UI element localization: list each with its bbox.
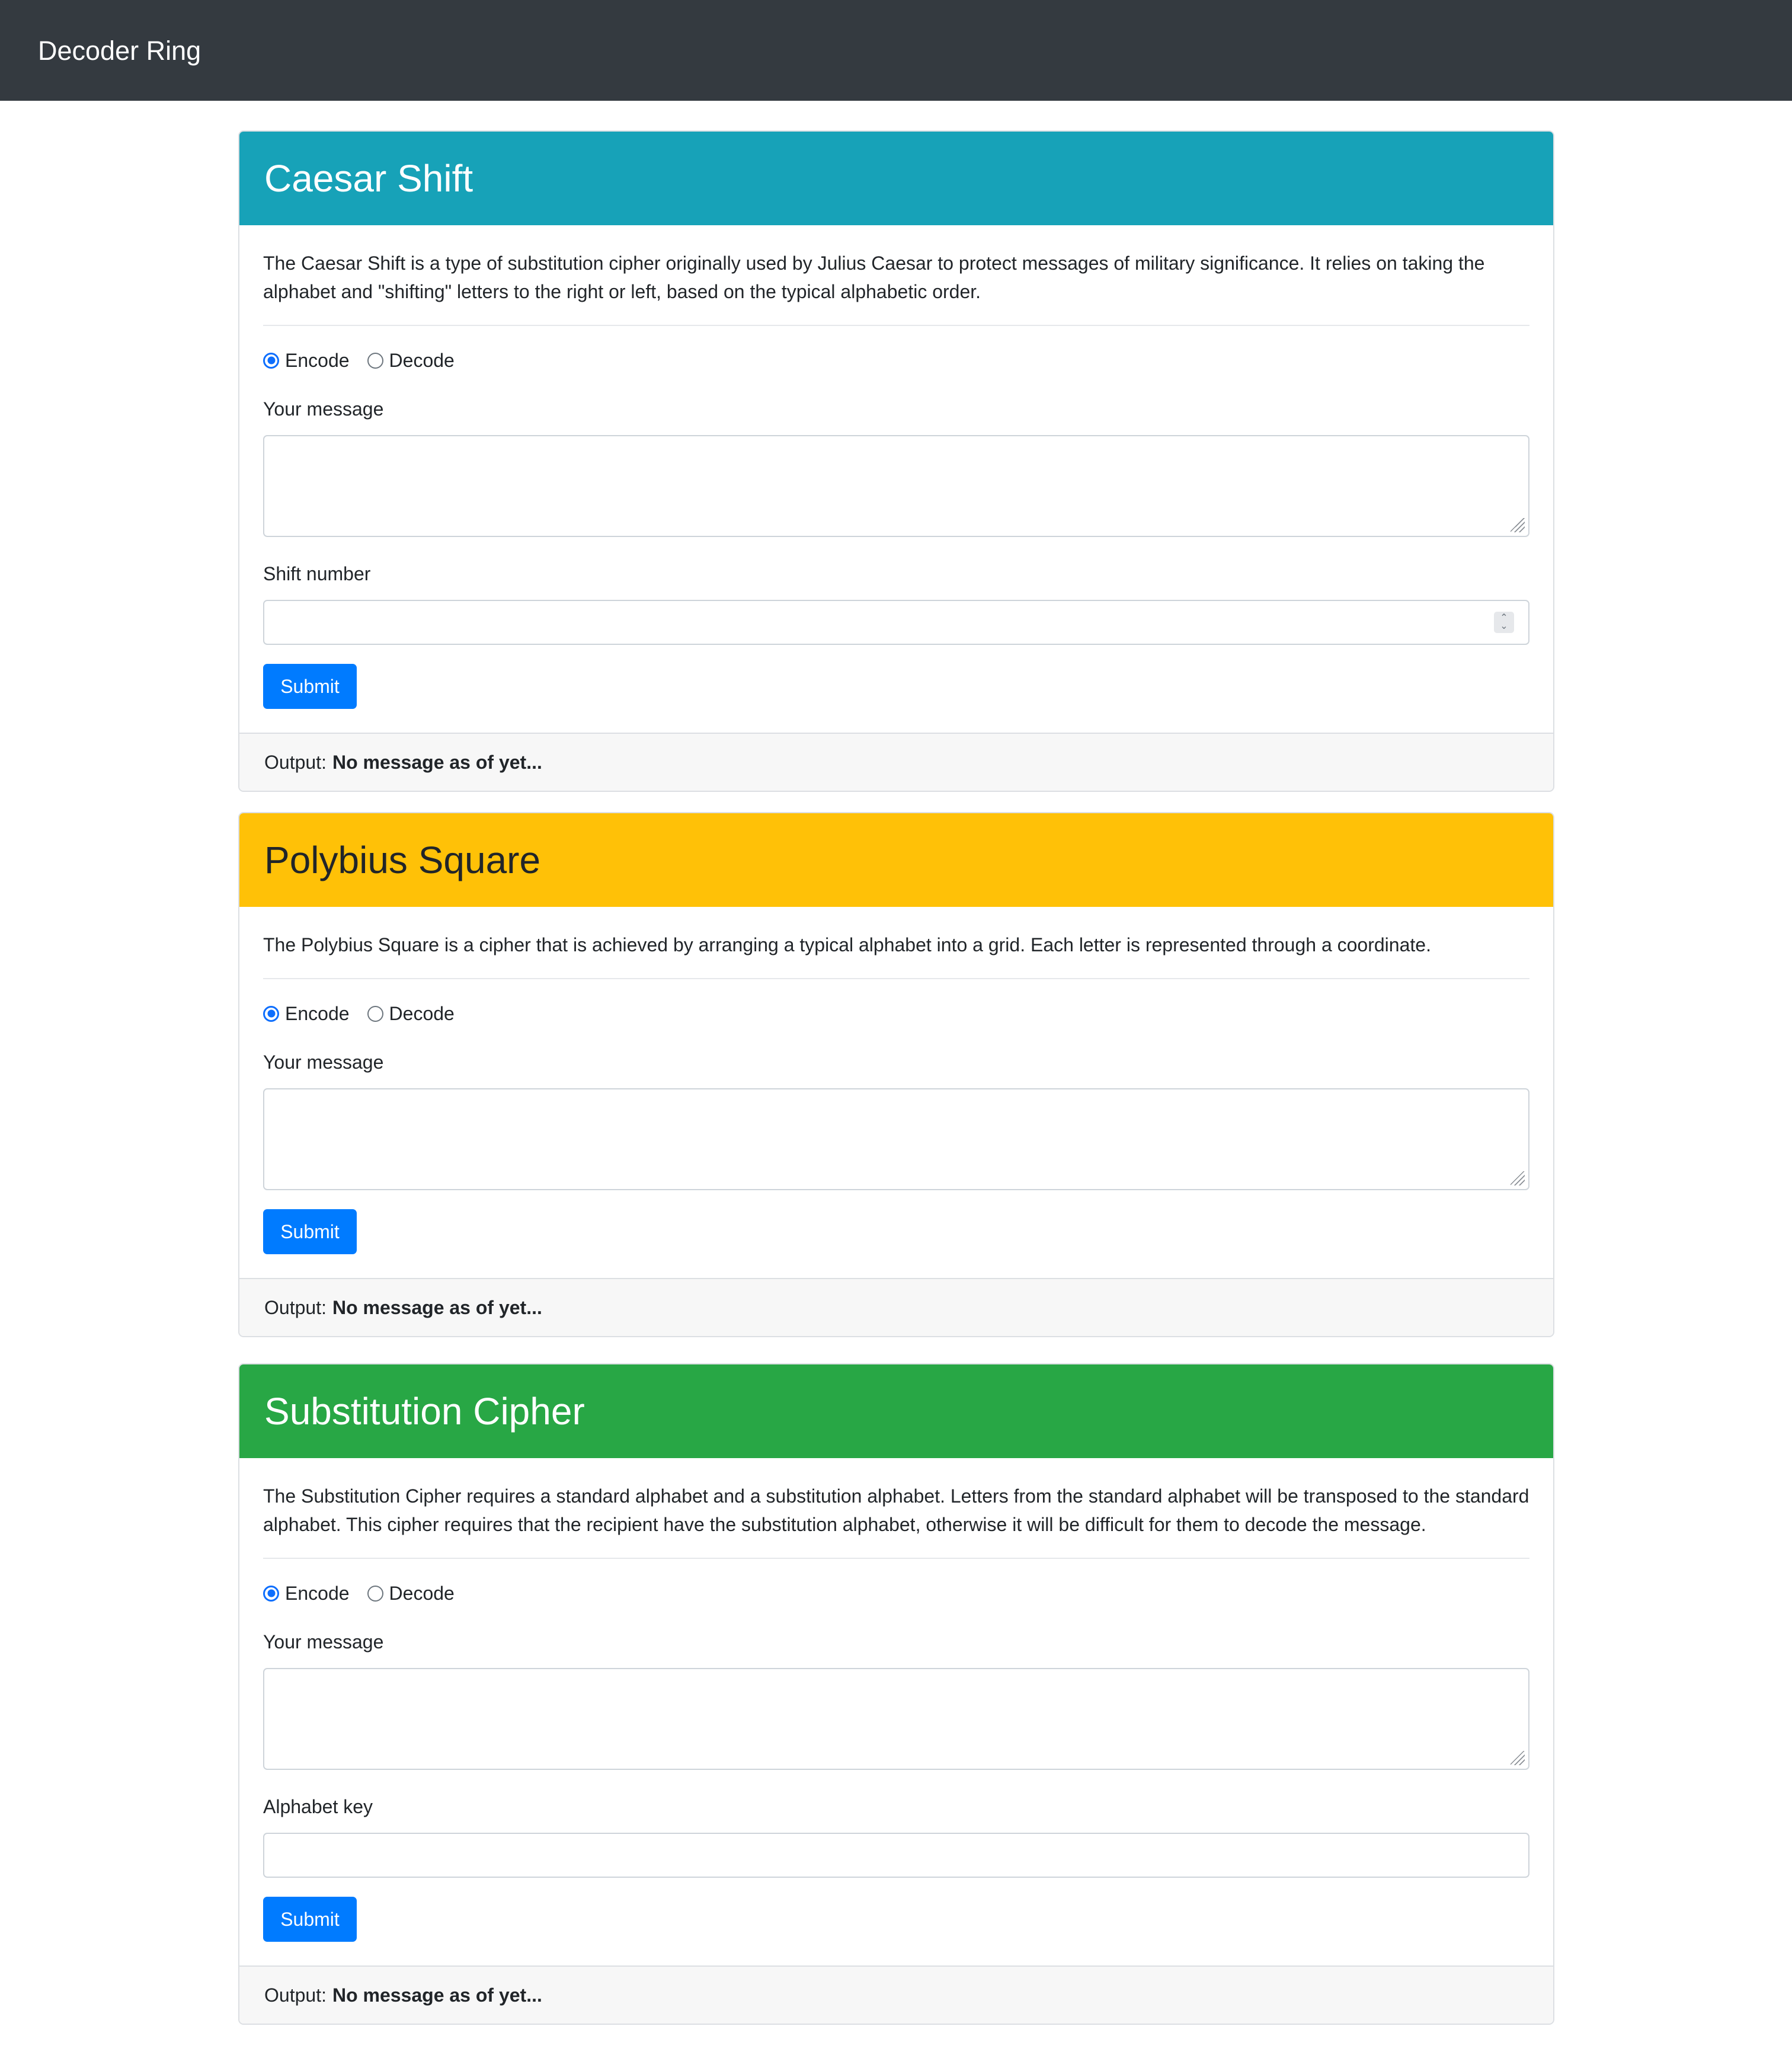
mode-radio-group: Encode Decode: [263, 349, 1529, 372]
mode-radio-group: Encode Decode: [263, 1581, 1529, 1605]
resize-grip-icon[interactable]: [1511, 1751, 1525, 1765]
message-textarea[interactable]: [263, 435, 1529, 537]
card-header: Polybius Square: [239, 813, 1553, 907]
shift-number-label: Shift number: [263, 563, 371, 584]
card-footer: Output: No message as of yet...: [239, 733, 1553, 791]
decode-radio-label: Decode: [389, 350, 455, 371]
mode-radio-group: Encode Decode: [263, 1002, 1529, 1025]
card-header: Substitution Cipher: [239, 1364, 1553, 1458]
shift-number-input[interactable]: ⌃ ⌄: [263, 600, 1529, 645]
card-title: Substitution Cipher: [264, 1390, 585, 1433]
encode-radio[interactable]: Encode: [263, 1581, 350, 1605]
caesar-shift-card: Caesar Shift The Caesar Shift is a type …: [238, 130, 1554, 792]
message-label: Your message: [263, 398, 384, 420]
encode-radio-label: Encode: [285, 350, 350, 371]
resize-grip-icon[interactable]: [1511, 1171, 1525, 1185]
radio-unchecked-icon[interactable]: [367, 352, 383, 369]
decode-radio[interactable]: Decode: [367, 1581, 455, 1605]
message-textarea[interactable]: [263, 1668, 1529, 1770]
decode-radio[interactable]: Decode: [367, 349, 455, 372]
encode-radio[interactable]: Encode: [263, 1002, 350, 1025]
message-label: Your message: [263, 1052, 384, 1073]
card-header: Caesar Shift: [239, 132, 1553, 225]
output-value: No message as of yet...: [332, 751, 542, 773]
submit-button[interactable]: Submit: [263, 1209, 357, 1254]
radio-unchecked-icon[interactable]: [367, 1005, 383, 1022]
alphabet-key-input[interactable]: [263, 1833, 1529, 1878]
card-description: The Substitution Cipher requires a stand…: [263, 1485, 1529, 1535]
message-textarea[interactable]: [263, 1088, 1529, 1190]
card-footer: Output: No message as of yet...: [239, 1965, 1553, 2024]
submit-button[interactable]: Submit: [263, 1897, 357, 1942]
card-body: The Substitution Cipher requires a stand…: [239, 1458, 1553, 1942]
substitution-cipher-card: Substitution Cipher The Substitution Cip…: [238, 1363, 1554, 2025]
divider: [263, 325, 1529, 326]
polybius-square-card: Polybius Square The Polybius Square is a…: [238, 812, 1554, 1337]
output-label: Output:: [264, 1296, 327, 1318]
divider: [263, 978, 1529, 979]
encode-radio-label: Encode: [285, 1003, 350, 1024]
radio-unchecked-icon[interactable]: [367, 1585, 383, 1602]
output-value: No message as of yet...: [332, 1984, 542, 2006]
encode-radio-label: Encode: [285, 1583, 350, 1604]
resize-grip-icon[interactable]: [1511, 518, 1525, 532]
decode-radio[interactable]: Decode: [367, 1002, 455, 1025]
card-description: The Caesar Shift is a type of substituti…: [263, 253, 1485, 302]
card-footer: Output: No message as of yet...: [239, 1278, 1553, 1336]
radio-checked-icon[interactable]: [263, 1005, 279, 1022]
encode-radio[interactable]: Encode: [263, 349, 350, 372]
number-spinner-icon[interactable]: ⌃ ⌄: [1494, 612, 1514, 633]
submit-button[interactable]: Submit: [263, 664, 357, 709]
divider: [263, 1558, 1529, 1559]
output-label: Output:: [264, 1984, 327, 2006]
alphabet-key-label: Alphabet key: [263, 1796, 373, 1817]
radio-checked-icon[interactable]: [263, 1585, 279, 1602]
navbar-brand[interactable]: Decoder Ring: [38, 37, 201, 64]
card-body: The Caesar Shift is a type of substituti…: [239, 225, 1553, 709]
decode-radio-label: Decode: [389, 1583, 455, 1604]
radio-checked-icon[interactable]: [263, 352, 279, 369]
navbar: Decoder Ring: [0, 0, 1792, 101]
decode-radio-label: Decode: [389, 1003, 455, 1024]
output-label: Output:: [264, 751, 327, 773]
message-label: Your message: [263, 1631, 384, 1653]
card-description: The Polybius Square is a cipher that is …: [263, 934, 1431, 955]
card-title: Polybius Square: [264, 839, 541, 881]
output-value: No message as of yet...: [332, 1296, 542, 1318]
card-body: The Polybius Square is a cipher that is …: [239, 907, 1553, 1254]
card-title: Caesar Shift: [264, 157, 473, 200]
